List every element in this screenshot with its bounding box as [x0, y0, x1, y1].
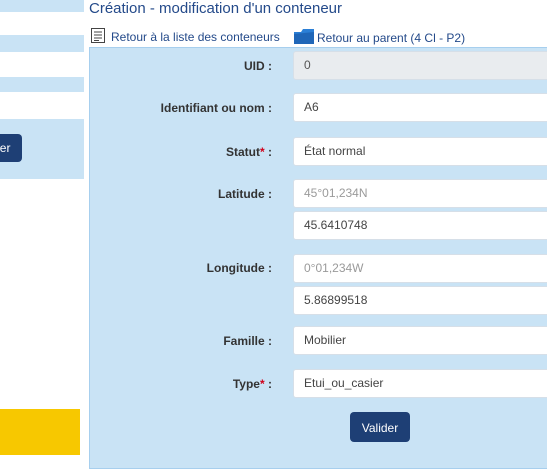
- back-to-list-label: Retour à la liste des conteneurs: [111, 30, 280, 44]
- left-panel-submit-button[interactable]: Valider: [0, 134, 22, 162]
- uid-field: 0: [293, 51, 547, 80]
- identifier-input[interactable]: A6: [293, 93, 547, 122]
- left-panel-alert-box: [0, 409, 80, 455]
- longitude-decimal-input[interactable]: 5.86899518: [293, 286, 547, 315]
- submit-button[interactable]: Valider: [350, 412, 410, 442]
- identifier-label: Identifiant ou nom :: [160, 101, 272, 115]
- back-to-parent-link[interactable]: Retour au parent (4 Cl - P2): [293, 27, 465, 48]
- type-label-colon: :: [264, 377, 272, 391]
- back-to-list-link[interactable]: Retour à la liste des conteneurs: [90, 27, 280, 47]
- list-icon: [90, 27, 106, 47]
- left-panel-band: [0, 77, 84, 91]
- longitude-label: Longitude :: [206, 261, 272, 275]
- status-label: Statut* :: [90, 145, 272, 159]
- latitude-label: Latitude :: [218, 187, 272, 201]
- family-label: Famille :: [223, 334, 272, 348]
- navigation-links: Retour à la liste des conteneurs Retour …: [90, 27, 465, 47]
- page-title: Création - modification d'un conteneur: [89, 0, 343, 17]
- status-label-colon: :: [264, 145, 272, 159]
- status-select[interactable]: État normal: [293, 137, 547, 166]
- left-panel-band: [0, 35, 84, 51]
- left-panel-band: [0, 0, 84, 12]
- left-panel-field[interactable]: [0, 51, 84, 78]
- uid-label: UID :: [244, 59, 272, 73]
- folder-icon: [293, 27, 315, 48]
- status-label-text: Statut: [225, 145, 260, 159]
- container-form: UID : 0 Identifiant ou nom : A6 Statut* …: [89, 47, 547, 469]
- family-select[interactable]: Mobilier: [293, 326, 547, 355]
- left-panel-submit-label: Valider: [0, 141, 11, 155]
- latitude-decimal-input[interactable]: 45.6410748: [293, 211, 547, 240]
- type-select[interactable]: Etui_ou_casier: [293, 369, 547, 398]
- left-panel-field[interactable]: [0, 91, 84, 120]
- left-panel: Valider: [0, 0, 84, 455]
- longitude-dms-input[interactable]: 0°01,234W: [293, 254, 547, 283]
- latitude-dms-input[interactable]: 45°01,234N: [293, 179, 547, 208]
- back-to-parent-label: Retour au parent (4 Cl - P2): [317, 30, 466, 45]
- type-label-text: Type: [232, 377, 260, 391]
- type-label: Type* :: [90, 377, 272, 391]
